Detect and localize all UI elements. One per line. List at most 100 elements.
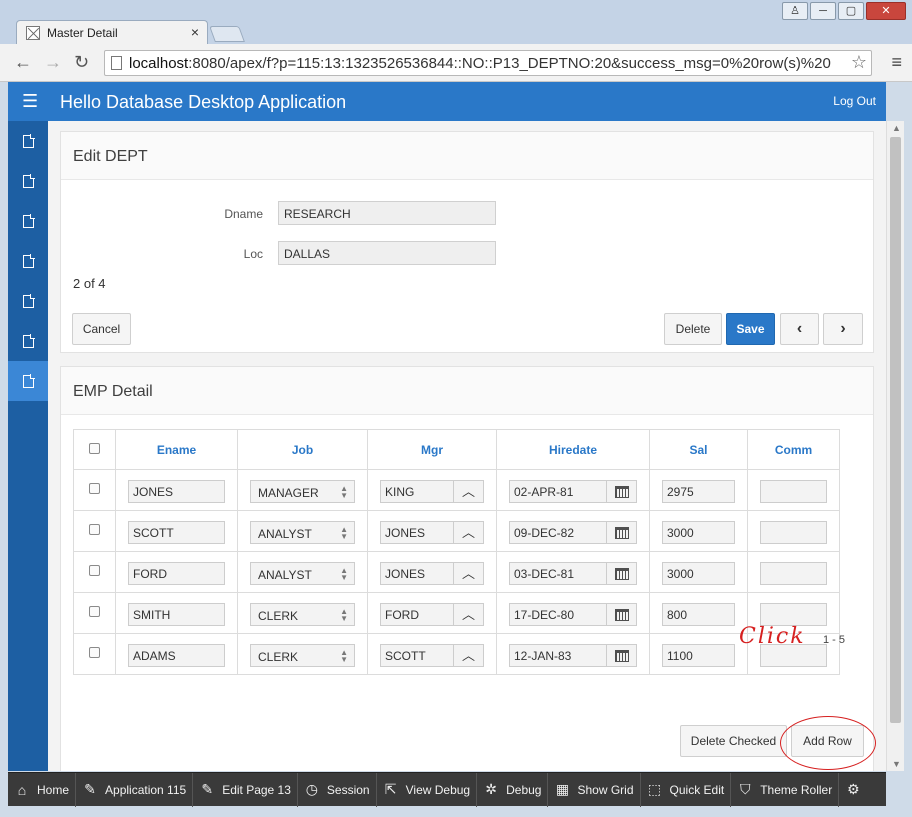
row-checkbox[interactable]	[89, 524, 100, 535]
sal-input[interactable]: 3000	[662, 562, 735, 585]
sidebar-item-7[interactable]	[8, 361, 48, 401]
row-checkbox[interactable]	[89, 647, 100, 658]
select-arrows-icon: ▲ ▼	[340, 648, 348, 664]
chevron-up-icon[interactable]: ︿	[453, 604, 483, 625]
sal-input[interactable]: 1100	[662, 644, 735, 667]
hiredate-picker[interactable]: 12-JAN-83	[509, 644, 637, 667]
ename-input[interactable]: SCOTT	[128, 521, 225, 544]
row-checkbox[interactable]	[89, 565, 100, 576]
delete-button[interactable]: Delete	[664, 313, 722, 345]
job-select[interactable]: CLERK ▲ ▼	[250, 644, 355, 667]
calendar-button[interactable]	[606, 522, 636, 543]
calendar-button[interactable]	[606, 645, 636, 666]
chevron-up-icon[interactable]: ︿	[453, 522, 483, 543]
reload-icon[interactable]: ↻	[74, 52, 89, 73]
mgr-popup-lov[interactable]: KING ︿	[380, 480, 484, 503]
maximize-button[interactable]: ▢	[838, 2, 864, 20]
sidebar-item-6[interactable]	[8, 321, 48, 361]
hiredate-picker[interactable]: 02-APR-81	[509, 480, 637, 503]
comm-input[interactable]	[760, 562, 827, 585]
comm-input[interactable]	[760, 521, 827, 544]
devbar-edit-page-13[interactable]: ✎ Edit Page 13	[193, 772, 298, 807]
chevron-up-icon[interactable]: ︿	[453, 563, 483, 584]
devbar-application-115[interactable]: ✎ Application 115	[76, 772, 194, 807]
profile-button[interactable]: ♙	[782, 2, 808, 20]
devbar-label: Theme Roller	[760, 782, 833, 797]
page-scrollbar[interactable]: ▲ ▼	[886, 121, 904, 771]
browser-menu-icon[interactable]: ≡	[891, 52, 902, 73]
sidebar-item-1[interactable]	[8, 121, 48, 161]
row-checkbox[interactable]	[89, 606, 100, 617]
comm-input[interactable]	[760, 480, 827, 503]
calendar-button[interactable]	[606, 604, 636, 625]
ename-input[interactable]: FORD	[128, 562, 225, 585]
devbar-view-debug[interactable]: ⇱ View Debug	[377, 772, 478, 807]
ename-input[interactable]: ADAMS	[128, 644, 225, 667]
chevron-up-icon[interactable]: ︿	[453, 645, 483, 666]
hiredate-picker[interactable]: 03-DEC-81	[509, 562, 637, 585]
devbar-label: Application 115	[105, 782, 187, 797]
column-header-ename[interactable]: Ename	[115, 429, 238, 470]
mgr-popup-lov[interactable]: JONES ︿	[380, 562, 484, 585]
new-tab-button[interactable]	[209, 26, 245, 42]
minimize-button[interactable]: ─	[810, 2, 836, 20]
sal-input[interactable]: 2975	[662, 480, 735, 503]
devbar-session[interactable]: ◷ Session	[298, 772, 377, 807]
previous-record-button[interactable]: ‹	[780, 313, 819, 345]
next-record-button[interactable]: ›	[823, 313, 863, 345]
tab-close-icon[interactable]: ×	[191, 24, 199, 40]
url-input[interactable]: localhost:8080/apex/f?p=115:13:132352653…	[104, 50, 872, 76]
job-select[interactable]: CLERK ▲ ▼	[250, 603, 355, 626]
hiredate-picker[interactable]: 09-DEC-82	[509, 521, 637, 544]
column-header-comm[interactable]: Comm	[747, 429, 840, 470]
scroll-down-icon[interactable]: ▼	[892, 759, 901, 769]
sidebar-item-3[interactable]	[8, 201, 48, 241]
loc-field[interactable]: DALLAS	[278, 241, 496, 265]
cancel-button[interactable]: Cancel	[72, 313, 131, 345]
loc-label: Loc	[243, 247, 263, 261]
column-header-job[interactable]: Job	[237, 429, 368, 470]
job-select[interactable]: MANAGER ▲ ▼	[250, 480, 355, 503]
devbar-show-grid[interactable]: ▦ Show Grid	[548, 772, 641, 807]
calendar-button[interactable]	[606, 481, 636, 502]
ename-input[interactable]: SMITH	[128, 603, 225, 626]
sal-input[interactable]: 800	[662, 603, 735, 626]
ename-input[interactable]: JONES	[128, 480, 225, 503]
select-all-checkbox[interactable]	[89, 442, 100, 454]
logout-link[interactable]: Log Out	[833, 94, 876, 108]
forward-icon[interactable]: →	[44, 52, 62, 73]
hiredate-picker[interactable]: 17-DEC-80	[509, 603, 637, 626]
job-select[interactable]: ANALYST ▲ ▼	[250, 521, 355, 544]
mgr-popup-lov[interactable]: FORD ︿	[380, 603, 484, 626]
hamburger-menu-icon[interactable]: ☰	[22, 91, 38, 112]
sidebar-item-5[interactable]	[8, 281, 48, 321]
devbar-debug[interactable]: ✲ Debug	[477, 772, 549, 807]
calendar-button[interactable]	[606, 563, 636, 584]
save-button[interactable]: Save	[726, 313, 775, 345]
column-header-sal[interactable]: Sal	[649, 429, 748, 470]
sidebar-item-4[interactable]	[8, 241, 48, 281]
bookmark-star-icon[interactable]: ☆	[851, 52, 867, 73]
devbar-settings[interactable]: ⚙	[839, 773, 874, 807]
scroll-up-icon[interactable]: ▲	[892, 123, 901, 133]
browser-tab[interactable]: Master Detail ×	[16, 20, 208, 46]
devbar-home[interactable]: ⌂ Home	[8, 772, 77, 807]
job-select[interactable]: ANALYST ▲ ▼	[250, 562, 355, 585]
sal-input[interactable]: 3000	[662, 521, 735, 544]
chevron-up-icon[interactable]: ︿	[453, 481, 483, 502]
mgr-popup-lov[interactable]: JONES ︿	[380, 521, 484, 544]
dname-field[interactable]: RESEARCH	[278, 201, 496, 225]
devbar-quick-edit[interactable]: ⬚ Quick Edit	[641, 772, 732, 807]
calendar-icon	[614, 526, 629, 539]
sidebar-item-2[interactable]	[8, 161, 48, 201]
row-checkbox[interactable]	[89, 483, 100, 494]
comm-input[interactable]	[760, 603, 827, 626]
column-header-mgr[interactable]: Mgr	[367, 429, 497, 470]
mgr-popup-lov[interactable]: SCOTT ︿	[380, 644, 484, 667]
devbar-theme-roller[interactable]: ⛉ Theme Roller	[731, 772, 840, 807]
back-icon[interactable]: ←	[14, 52, 32, 73]
scrollbar-thumb[interactable]	[890, 137, 901, 723]
column-header-hiredate[interactable]: Hiredate	[496, 429, 650, 470]
close-window-button[interactable]: ✕	[866, 2, 906, 20]
delete-checked-button[interactable]: Delete Checked	[680, 725, 787, 757]
